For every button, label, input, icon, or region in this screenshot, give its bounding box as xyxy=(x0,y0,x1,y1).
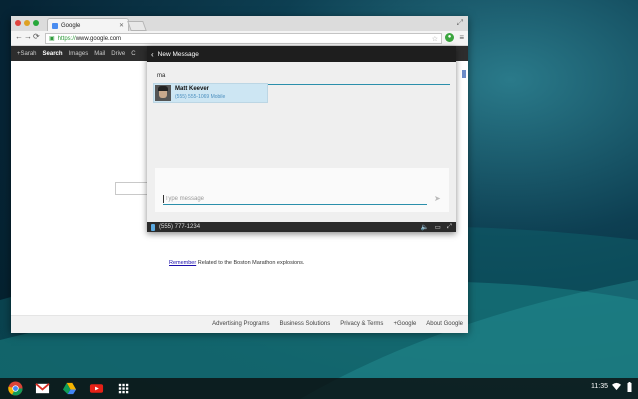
footer-link-privacy[interactable]: Privacy & Terms xyxy=(340,321,383,327)
panel-status-bar: (555) 777-1234 🔈 ▭ ⤢ xyxy=(147,222,456,232)
address-bar[interactable]: ▣ https:// www.google.com ☆ xyxy=(45,33,442,44)
footer-link-business[interactable]: Business Solutions xyxy=(280,321,331,327)
compose-area: ➤ xyxy=(155,168,449,212)
close-tab-icon[interactable]: ✕ xyxy=(119,22,124,29)
zoom-window-button[interactable] xyxy=(33,20,39,26)
footer-link-advertising[interactable]: Advertising Programs xyxy=(212,321,269,327)
battery-icon[interactable] xyxy=(627,382,632,394)
menu-icon[interactable]: ≡ xyxy=(459,33,464,42)
news-text: Related to the Boston Marathon explosion… xyxy=(196,260,305,266)
gbar-item-user[interactable]: +Sarah xyxy=(17,51,37,57)
app-launcher-icon[interactable] xyxy=(116,381,131,396)
window-controls xyxy=(15,20,39,26)
drive-icon[interactable] xyxy=(62,381,77,396)
google-favicon-icon xyxy=(52,22,58,29)
reload-icon[interactable]: ⟳ xyxy=(33,32,40,41)
message-input[interactable] xyxy=(163,194,427,205)
footer-link-plus-google[interactable]: +Google xyxy=(393,321,416,327)
google-search-box[interactable] xyxy=(115,182,151,195)
system-shelf: 11:35 xyxy=(0,378,638,399)
chrome-icon[interactable] xyxy=(8,381,23,396)
phone-number: (555) 777-1234 xyxy=(159,224,201,230)
gbar-item-drive[interactable]: Drive xyxy=(111,51,125,57)
tab-google[interactable]: Google ✕ xyxy=(47,18,129,32)
close-window-button[interactable] xyxy=(15,20,21,26)
wifi-icon[interactable] xyxy=(612,382,621,393)
fullscreen-icon[interactable]: ⤢ xyxy=(457,18,463,28)
browser-toolbar: ← → ⟳ ▣ https:// www.google.com ☆ ● ≡ xyxy=(11,31,468,46)
tab-strip: Google ✕ ⤢ xyxy=(11,16,468,32)
tab-title: Google xyxy=(61,22,81,29)
send-icon[interactable]: ➤ xyxy=(434,194,441,203)
panel-header: ‹ New Message xyxy=(147,46,456,62)
new-tab-button[interactable] xyxy=(127,21,147,31)
suggestion-number: (555) 555-1069 Mobile xyxy=(175,94,226,100)
clock-time[interactable]: 11:35 xyxy=(591,383,608,390)
contact-suggestion[interactable]: Matt Keever (555) 555-1069 Mobile xyxy=(153,83,268,103)
back-chevron-icon[interactable]: ‹ xyxy=(151,50,154,59)
phone-icon xyxy=(151,223,155,231)
gmail-icon[interactable] xyxy=(35,381,50,396)
panel-title: New Message xyxy=(157,50,199,58)
recipient-input[interactable]: ma xyxy=(157,73,165,79)
volume-icon[interactable]: 🔈 xyxy=(421,223,429,231)
text-caret xyxy=(163,195,164,203)
avatar xyxy=(155,85,171,101)
page-footer: Advertising Programs Business Solutions … xyxy=(11,315,468,333)
gbar-item-mail[interactable]: Mail xyxy=(94,51,105,57)
url-host: www.google.com xyxy=(75,35,122,42)
lock-icon: ▣ xyxy=(49,36,55,42)
news-link[interactable]: Remember xyxy=(169,260,196,266)
gbar-item-images[interactable]: Images xyxy=(69,51,89,57)
news-notice: Remember Related to the Boston Marathon … xyxy=(169,260,304,266)
extension-icon[interactable]: ● xyxy=(445,33,454,42)
forward-arrow-icon[interactable]: → xyxy=(24,32,32,41)
url-scheme: https:// xyxy=(57,35,76,42)
gbar-item-calendar[interactable]: C xyxy=(131,51,135,57)
expand-panel-icon[interactable]: ⤢ xyxy=(447,223,452,231)
minimize-window-button[interactable] xyxy=(24,20,30,26)
footer-link-about[interactable]: About Google xyxy=(426,321,463,327)
minimize-panel-icon[interactable]: ▭ xyxy=(435,223,441,231)
youtube-icon[interactable] xyxy=(89,381,104,396)
back-arrow-icon[interactable]: ← xyxy=(15,32,23,41)
share-button[interactable] xyxy=(462,70,466,78)
new-message-panel: ‹ New Message ma Matt Keever (555) 555-1… xyxy=(147,46,456,232)
suggestion-name: Matt Keever xyxy=(175,86,210,92)
bookmark-star-icon[interactable]: ☆ xyxy=(432,35,438,43)
gbar-item-search[interactable]: Search xyxy=(43,51,63,57)
